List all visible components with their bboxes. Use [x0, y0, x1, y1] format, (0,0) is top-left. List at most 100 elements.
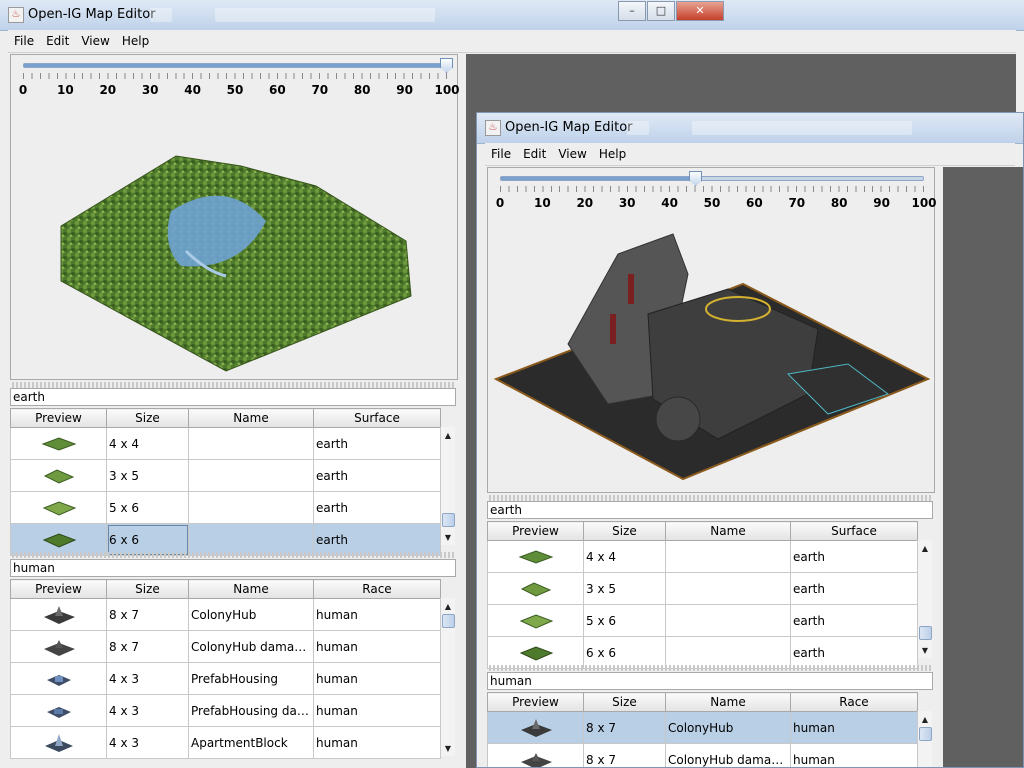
size-cell: 6 x 6: [583, 636, 666, 669]
workspace-area[interactable]: [943, 167, 1023, 767]
name-cell: ColonyHub: [665, 711, 791, 744]
column-header-name[interactable]: Name: [188, 408, 314, 428]
preview-cell: [10, 491, 107, 524]
slider-tick-label: 80: [830, 196, 848, 210]
column-header-size[interactable]: Size: [583, 692, 666, 712]
scroll-down-icon[interactable]: ▼: [441, 742, 455, 756]
table-row-selected[interactable]: 8 x 7 ColonyHub human: [487, 711, 918, 744]
table-row[interactable]: 5 x 6 earth: [487, 604, 918, 637]
zoom-slider[interactable]: 0 10 20 30 40 50 60 70 80 90 100: [488, 168, 937, 214]
maximize-icon[interactable]: □: [647, 1, 675, 21]
column-header-preview[interactable]: Preview: [10, 408, 107, 428]
scroll-up-icon[interactable]: ▲: [918, 542, 932, 556]
race-cell: human: [313, 598, 441, 631]
column-header-name[interactable]: Name: [665, 521, 791, 541]
slider-track[interactable]: [23, 58, 453, 73]
slider-tick-label: 70: [311, 83, 329, 97]
menu-view[interactable]: View: [552, 147, 592, 161]
caption-buttons: – □ ✕: [617, 1, 724, 21]
size-cell: 8 x 7: [106, 630, 189, 663]
surface-table-scrollbar[interactable]: ▲ ▼: [917, 540, 932, 658]
column-header-race[interactable]: Race: [790, 692, 918, 712]
preview-cell: [10, 523, 107, 556]
surface-filter-input[interactable]: earth: [10, 388, 456, 406]
slider-tick-label: 100: [911, 196, 937, 210]
slider-thumb[interactable]: [689, 171, 703, 186]
surface-filter-input[interactable]: earth: [487, 501, 933, 519]
name-cell: ColonyHub damaged: [188, 630, 314, 663]
table-row[interactable]: 8 x 7 ColonyHub damaged human: [10, 630, 441, 663]
title-bar[interactable]: ♨ Open-IG Map Editor: [477, 113, 1023, 144]
column-header-surface[interactable]: Surface: [313, 408, 441, 428]
menu-help[interactable]: Help: [593, 147, 632, 161]
slider-tick-label: 20: [576, 196, 594, 210]
slider-tick-label: 30: [618, 196, 636, 210]
table-row[interactable]: 4 x 4 earth: [10, 427, 441, 460]
building-filter-input[interactable]: human: [10, 559, 456, 577]
table-row[interactable]: 5 x 6 earth: [10, 491, 441, 524]
column-header-size[interactable]: Size: [106, 579, 189, 599]
slider-tick-label: 0: [495, 196, 505, 210]
splitter[interactable]: [12, 552, 456, 558]
column-header-size[interactable]: Size: [106, 408, 189, 428]
table-row[interactable]: 3 x 5 earth: [487, 572, 918, 605]
column-header-name[interactable]: Name: [188, 579, 314, 599]
slider-track[interactable]: [500, 171, 924, 186]
menu-edit[interactable]: Edit: [517, 147, 552, 161]
table-row[interactable]: 4 x 3 PrefabHousing dam... human: [10, 694, 441, 727]
scroll-up-icon[interactable]: ▲: [441, 429, 455, 443]
menu-view[interactable]: View: [75, 34, 115, 48]
title-bar-blur: [150, 8, 172, 22]
scroll-up-icon[interactable]: ▲: [441, 600, 455, 614]
race-cell: human: [790, 743, 918, 767]
table-row[interactable]: 4 x 4 earth: [487, 540, 918, 573]
scroll-down-icon[interactable]: ▼: [918, 644, 932, 658]
terrain-tile-icon: [41, 436, 76, 451]
building-table-scrollbar[interactable]: ▲ ▼: [440, 598, 455, 756]
slider-thumb[interactable]: [440, 58, 453, 73]
menu-edit[interactable]: Edit: [40, 34, 75, 48]
zoom-slider[interactable]: 0 10 20 30 40 50 60 70 80 90 100: [11, 55, 460, 101]
size-cell: 8 x 7: [583, 743, 666, 767]
column-header-surface[interactable]: Surface: [790, 521, 918, 541]
minimize-icon[interactable]: –: [618, 1, 646, 21]
terrain-tile-icon: [42, 500, 76, 516]
menu-bar: File Edit View Help: [485, 143, 1015, 166]
column-header-preview[interactable]: Preview: [487, 692, 584, 712]
close-icon[interactable]: ✕: [676, 1, 724, 21]
scroll-thumb[interactable]: [919, 626, 932, 640]
size-cell: 4 x 3: [106, 694, 189, 727]
table-row-selected[interactable]: 6 x 6 earth: [10, 523, 441, 556]
column-header-size[interactable]: Size: [583, 521, 666, 541]
table-row[interactable]: 8 x 7 ColonyHub human: [10, 598, 441, 631]
slider-tick-label: 40: [184, 83, 201, 97]
menu-help[interactable]: Help: [116, 34, 155, 48]
menu-bar: File Edit View Help: [8, 30, 1016, 53]
column-header-race[interactable]: Race: [313, 579, 441, 599]
menu-file[interactable]: File: [8, 34, 40, 48]
building-filter-input[interactable]: human: [487, 672, 933, 690]
table-row[interactable]: 4 x 3 ApartmentBlock human: [10, 726, 441, 759]
scroll-thumb[interactable]: [442, 614, 455, 628]
splitter[interactable]: [489, 665, 933, 671]
size-cell: 4 x 4: [106, 427, 189, 460]
size-cell: 5 x 6: [106, 491, 189, 524]
column-header-preview[interactable]: Preview: [10, 579, 107, 599]
building-table-scrollbar[interactable]: ▲: [917, 711, 932, 767]
scroll-up-icon[interactable]: ▲: [918, 713, 932, 727]
scroll-down-icon[interactable]: ▼: [441, 531, 455, 545]
table-row[interactable]: 3 x 5 earth: [10, 459, 441, 492]
table-row[interactable]: 4 x 3 PrefabHousing human: [10, 662, 441, 695]
surface-table-scrollbar[interactable]: ▲ ▼: [440, 427, 455, 545]
building-tile-icon: [43, 605, 75, 624]
table-row[interactable]: 6 x 6 earth: [487, 636, 918, 669]
title-bar[interactable]: ♨ Open-IG Map Editor – □ ✕: [0, 0, 1024, 31]
column-header-preview[interactable]: Preview: [487, 521, 584, 541]
table-row[interactable]: 8 x 7 ColonyHub damaged human: [487, 743, 918, 767]
scroll-thumb[interactable]: [442, 513, 455, 527]
surface-cell: earth: [790, 540, 918, 573]
scroll-thumb[interactable]: [919, 727, 932, 741]
size-cell: 3 x 5: [106, 459, 189, 492]
menu-file[interactable]: File: [485, 147, 517, 161]
column-header-name[interactable]: Name: [665, 692, 791, 712]
